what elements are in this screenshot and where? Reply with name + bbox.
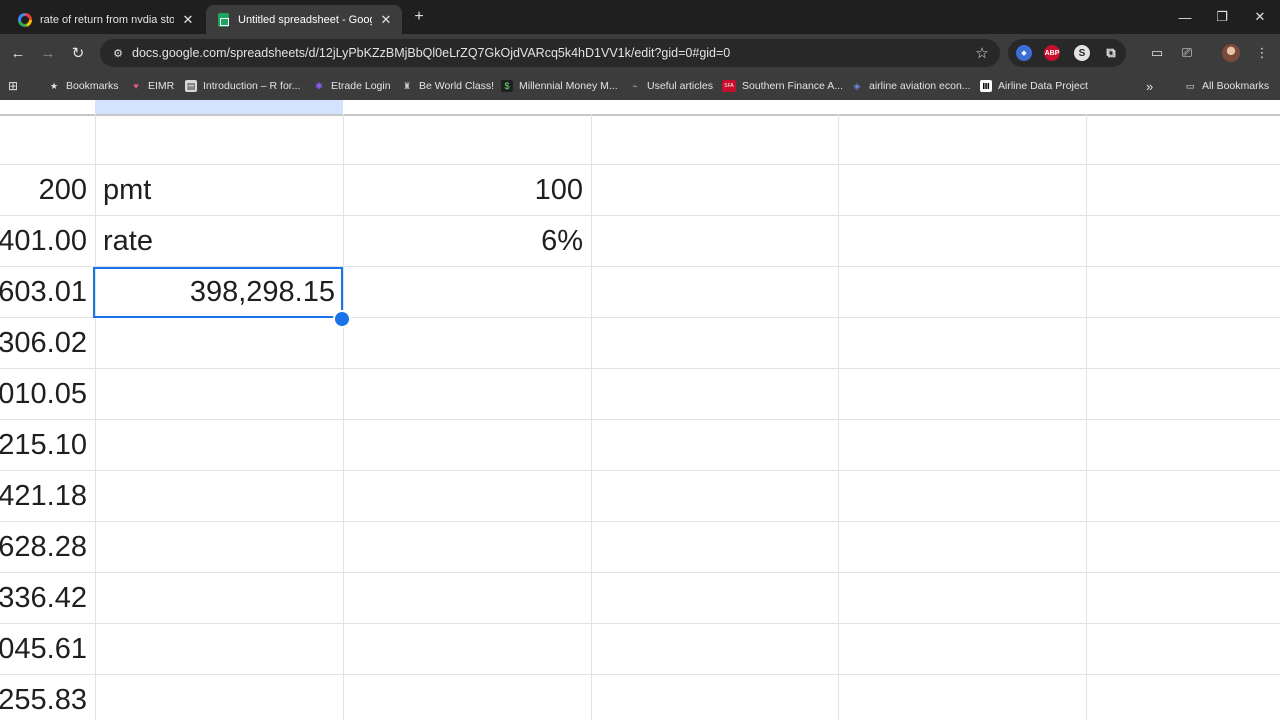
bookmark-airline-aviation[interactable]: ◈ airline aviation econ... (851, 78, 971, 94)
s-extension-icon[interactable]: S (1074, 45, 1090, 61)
cell-pmt-value[interactable]: 100 (343, 165, 591, 216)
row-gridline (0, 368, 1280, 369)
cell-rate-value[interactable]: 6% (343, 216, 591, 267)
cell-a-value[interactable]: 401.00 (0, 216, 95, 267)
row-gridline (0, 674, 1280, 675)
cell-a-value[interactable]: 255.83 (0, 675, 95, 720)
header-divider (0, 114, 1280, 116)
bookmarks-bar: ⊞ ★ Bookmarks ♥ EIMR ▤ Introduction – R for… (0, 72, 1280, 100)
trophy-icon: ♜ (402, 80, 412, 91)
cell-a-value[interactable]: 215.10 (0, 420, 95, 471)
mit-icon: Ⅲ (980, 80, 992, 92)
new-tab-button[interactable]: + (410, 8, 428, 26)
forward-button[interactable]: → (37, 42, 59, 64)
row-gridline (0, 470, 1280, 471)
row-gridline (0, 521, 1280, 522)
cell-a-value[interactable]: 421.18 (0, 471, 95, 522)
menu-kebab-icon[interactable]: ⋮ (1252, 43, 1272, 63)
column-gridline (838, 114, 839, 720)
cell-label-pmt[interactable]: pmt (95, 165, 343, 216)
column-gridline (1086, 114, 1087, 720)
bookmark-millennial-money[interactable]: $ Millennial Money M... (501, 78, 618, 94)
bookmark-introduction-r[interactable]: ▤ Introduction – R for... (185, 78, 300, 94)
extensions-group: ◆ ABP S ⧉ (1008, 39, 1126, 67)
back-button[interactable]: ← (7, 42, 29, 64)
bookmark-be-world-class[interactable]: ♜ Be World Class! (401, 78, 494, 94)
bookmark-bookmarks[interactable]: ★ Bookmarks (48, 78, 119, 94)
minimize-button[interactable]: — (1174, 6, 1196, 28)
selected-column-header-highlight (95, 100, 343, 114)
profile-avatar[interactable] (1222, 44, 1240, 62)
bookmark-star-icon[interactable]: ☆ (972, 43, 992, 63)
cell-a-value[interactable]: 045.61 (0, 624, 95, 675)
tab-strip: rate of return from nvdia stock ✕ Untitl… (0, 0, 1280, 34)
tab-title: Untitled spreadsheet - Google S (238, 13, 372, 26)
adblock-plus-icon[interactable]: ABP (1044, 45, 1060, 61)
active-cell-selection (93, 267, 343, 318)
link-icon: ⌁ (632, 80, 638, 91)
url-text[interactable]: docs.google.com/spreadsheets/d/12jLyPbKZ… (132, 46, 972, 60)
plane-icon: ◈ (853, 80, 861, 91)
fill-handle[interactable] (333, 310, 351, 328)
row-gridline (0, 572, 1280, 573)
sheets-icon (216, 12, 230, 27)
star-icon: ★ (49, 80, 59, 91)
row-gridline (0, 623, 1280, 624)
close-tab-icon[interactable]: ✕ (180, 12, 196, 28)
cell-a-value[interactable]: 010.05 (0, 369, 95, 420)
restore-button[interactable]: ❐ (1211, 6, 1233, 28)
shield-extension-icon[interactable]: ◆ (1016, 45, 1032, 61)
more-bookmarks-chevron-icon[interactable]: » (1146, 78, 1153, 94)
google-icon (18, 12, 32, 27)
folder-icon: ▭ (1185, 80, 1195, 91)
bookmark-useful-articles[interactable]: ⌁ Useful articles (629, 78, 713, 94)
address-bar[interactable]: ⚙ docs.google.com/spreadsheets/d/12jLyPb… (100, 39, 1000, 67)
reload-button[interactable]: ↻ (67, 42, 89, 64)
site-info-icon[interactable]: ⚙ (110, 45, 126, 61)
etrade-icon: ✱ (315, 80, 323, 91)
cast-icon[interactable]: ⎚ (1177, 43, 1197, 63)
all-bookmarks-folder[interactable]: ▭ All Bookmarks (1184, 78, 1269, 94)
bookmark-eimr[interactable]: ♥ EIMR (130, 78, 174, 94)
tab-untitled-spreadsheet[interactable]: Untitled spreadsheet - Google S ✕ (206, 5, 402, 34)
browser-toolbar: ← → ↻ ⚙ docs.google.com/spreadsheets/d/1… (0, 34, 1280, 72)
cell-label-rate[interactable]: rate (95, 216, 343, 267)
close-tab-icon[interactable]: ✕ (378, 12, 394, 28)
tab-rate-of-return[interactable]: rate of return from nvdia stock ✕ (8, 5, 204, 34)
sfa-icon: SFA (722, 80, 736, 92)
close-window-button[interactable]: ✕ (1249, 6, 1271, 28)
cell-a-value[interactable]: 336.42 (0, 573, 95, 624)
bookmark-southern-finance[interactable]: SFA Southern Finance A... (722, 78, 843, 94)
tab-title: rate of return from nvdia stock (40, 13, 174, 26)
apps-grid-icon[interactable]: ⊞ (8, 78, 18, 94)
row-gridline (0, 419, 1280, 420)
column-gridline (591, 114, 592, 720)
puzzle-extensions-icon[interactable]: ⧉ (1103, 45, 1119, 61)
cell-a-value[interactable]: 603.01 (0, 267, 95, 318)
bookmark-etrade-login[interactable]: ✱ Etrade Login (313, 78, 390, 94)
dollar-icon: $ (501, 80, 513, 92)
heart-icon: ♥ (133, 81, 139, 91)
page-icon: ▤ (185, 80, 197, 92)
spreadsheet-grid[interactable]: 200 401.00 603.01 306.02 010.05 215.10 4… (0, 100, 1280, 720)
cell-a-value[interactable]: 200 (0, 165, 95, 216)
cell-a-value[interactable]: 628.28 (0, 522, 95, 573)
cell-a-value[interactable]: 306.02 (0, 318, 95, 369)
side-panel-icon[interactable]: ▭ (1147, 43, 1167, 63)
bookmark-airline-data-project[interactable]: Ⅲ Airline Data Project (980, 78, 1088, 94)
